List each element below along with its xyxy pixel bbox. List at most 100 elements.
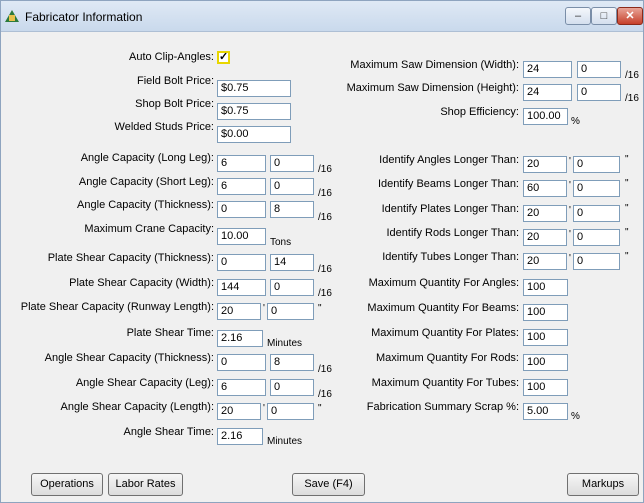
identify-beams-feet-input[interactable]: 60 [523, 180, 567, 197]
scrap-percent-unit: % [571, 411, 580, 422]
app-icon [5, 10, 19, 22]
plate-shear-width-inch-input[interactable]: 0 [270, 279, 314, 296]
welded-studs-price-input[interactable]: $0.00 [217, 126, 291, 143]
angle-short-leg-label: Angle Capacity (Short Leg): [78, 176, 214, 188]
crane-capacity-unit: Tons [270, 237, 292, 248]
auto-clip-angles-checkbox[interactable] [217, 50, 230, 64]
saw-height-feet-input[interactable]: 24 [523, 84, 572, 101]
angle-short-leg-inch-input[interactable]: 0 [270, 178, 314, 195]
angle-shear-thickness-unit: /16 [318, 364, 332, 375]
identify-angles-feet-input[interactable]: 20 [523, 156, 567, 173]
shop-efficiency-label: Shop Efficiency: [440, 106, 519, 118]
saw-height-inch-input[interactable]: 0 [577, 84, 621, 101]
maximize-button[interactable]: □ [591, 7, 617, 25]
angle-shear-thickness-feet-input[interactable]: 0 [217, 354, 266, 371]
identify-tubes-inch-input[interactable]: 0 [573, 253, 620, 270]
identify-plates-foot-mark: ' [569, 205, 571, 216]
shop-bolt-price-input[interactable]: $0.75 [217, 103, 291, 120]
labor-rates-button[interactable]: Labor Rates [108, 473, 183, 496]
shop-efficiency-input[interactable]: 100.00 [523, 108, 568, 125]
max-qty-tubes-input[interactable]: 100 [523, 379, 568, 396]
angle-short-leg-feet-input[interactable]: 6 [217, 178, 266, 195]
saw-height-unit: /16 [625, 93, 639, 104]
max-qty-rods-label: Maximum Quantity For Rods: [375, 352, 519, 364]
plate-shear-width-feet-input[interactable]: 144 [217, 279, 266, 296]
identify-rods-foot-mark: ' [569, 229, 571, 240]
markups-button[interactable]: Markups [567, 473, 639, 496]
plate-shear-width-label: Plate Shear Capacity (Width): [69, 277, 214, 289]
identify-angles-inch-input[interactable]: 0 [573, 156, 620, 173]
auto-clip-angles-label: Auto Clip-Angles: [129, 51, 214, 63]
plate-shear-width-unit: /16 [318, 288, 332, 299]
max-qty-beams-label: Maximum Quantity For Beams: [367, 302, 519, 314]
crane-capacity-input[interactable]: 10.00 [217, 228, 266, 245]
angle-shear-leg-label: Angle Shear Capacity (Leg): [75, 377, 214, 389]
plate-shear-runway-inch-mark: " [318, 303, 322, 314]
identify-beams-inch-input[interactable]: 0 [573, 180, 620, 197]
identify-plates-inch-input[interactable]: 0 [573, 205, 620, 222]
angle-shear-thickness-label: Angle Shear Capacity (Thickness): [44, 352, 214, 364]
plate-shear-runway-inch-input[interactable]: 0 [267, 303, 314, 320]
angle-shear-length-inch-input[interactable]: 0 [267, 403, 314, 420]
identify-plates-label: Identify Plates Longer Than: [381, 203, 519, 215]
angle-shear-length-label: Angle Shear Capacity (Length): [60, 401, 214, 413]
saw-width-inch-input[interactable]: 0 [577, 61, 621, 78]
close-button[interactable]: ✕ [617, 7, 643, 25]
max-qty-beams-input[interactable]: 100 [523, 304, 568, 321]
max-qty-plates-input[interactable]: 100 [523, 329, 568, 346]
angle-thickness-feet-input[interactable]: 0 [217, 201, 266, 218]
identify-rods-feet-input[interactable]: 20 [523, 229, 567, 246]
crane-capacity-label: Maximum Crane Capacity: [84, 223, 214, 235]
plate-shear-thickness-inch-input[interactable]: 14 [270, 254, 314, 271]
max-qty-angles-input[interactable]: 100 [523, 279, 568, 296]
angle-long-leg-unit: /16 [318, 164, 332, 175]
identify-angles-foot-mark: ' [569, 156, 571, 167]
identify-plates-inch-mark: " [625, 203, 629, 214]
plate-shear-thickness-unit: /16 [318, 264, 332, 275]
shop-bolt-price-label: Shop Bolt Price: [135, 98, 214, 110]
identify-rods-inch-input[interactable]: 0 [573, 229, 620, 246]
save-button[interactable]: Save (F4) [292, 473, 365, 496]
operations-button[interactable]: Operations [31, 473, 103, 496]
plate-shear-thickness-feet-input[interactable]: 0 [217, 254, 266, 271]
plate-shear-time-unit: Minutes [267, 338, 303, 349]
angle-thickness-unit: /16 [318, 212, 332, 223]
angle-shear-leg-unit: /16 [318, 389, 332, 400]
identify-angles-inch-mark: " [625, 154, 629, 165]
plate-shear-time-input[interactable]: 2.16 [217, 330, 263, 347]
max-qty-rods-input[interactable]: 100 [523, 354, 568, 371]
field-bolt-price-label: Field Bolt Price: [136, 75, 214, 87]
identify-rods-label: Identify Rods Longer Than: [386, 227, 520, 239]
plate-shear-runway-label: Plate Shear Capacity (Runway Length): [20, 301, 214, 313]
angle-shear-thickness-inch-input[interactable]: 8 [270, 354, 314, 371]
saw-width-label: Maximum Saw Dimension (Width): [350, 59, 519, 71]
angle-shear-time-input[interactable]: 2.16 [217, 428, 263, 445]
scrap-percent-input[interactable]: 5.00 [523, 403, 568, 420]
angle-thickness-label: Angle Capacity (Thickness): [77, 199, 214, 211]
plate-shear-runway-foot-mark: ' [263, 303, 265, 314]
identify-tubes-feet-input[interactable]: 20 [523, 253, 567, 270]
identify-tubes-inch-mark: " [625, 251, 629, 262]
plate-shear-time-label: Plate Shear Time: [126, 327, 214, 339]
identify-plates-feet-input[interactable]: 20 [523, 205, 567, 222]
angle-shear-length-feet-input[interactable]: 20 [217, 403, 261, 420]
saw-width-unit: /16 [625, 70, 639, 81]
welded-studs-price-label: Welded Studs Price: [114, 121, 214, 133]
plate-shear-runway-feet-input[interactable]: 20 [217, 303, 261, 320]
angle-shear-leg-feet-input[interactable]: 6 [217, 379, 266, 396]
shop-efficiency-unit: % [571, 116, 580, 127]
field-bolt-price-input[interactable]: $0.75 [217, 80, 291, 97]
title-bar: Fabricator Information – □ ✕ [1, 1, 643, 32]
angle-shear-time-label: Angle Shear Time: [123, 426, 215, 438]
identify-beams-inch-mark: " [625, 178, 629, 189]
angle-shear-leg-inch-input[interactable]: 0 [270, 379, 314, 396]
angle-thickness-inch-input[interactable]: 8 [270, 201, 314, 218]
angle-long-leg-inch-input[interactable]: 0 [270, 155, 314, 172]
angle-long-leg-feet-input[interactable]: 6 [217, 155, 266, 172]
identify-rods-inch-mark: " [625, 227, 629, 238]
identify-beams-label: Identify Beams Longer Than: [377, 178, 519, 190]
minimize-button[interactable]: – [565, 7, 591, 25]
angle-shear-length-inch-mark: " [318, 403, 322, 414]
saw-width-feet-input[interactable]: 24 [523, 61, 572, 78]
max-qty-tubes-label: Maximum Quantity For Tubes: [371, 377, 519, 389]
